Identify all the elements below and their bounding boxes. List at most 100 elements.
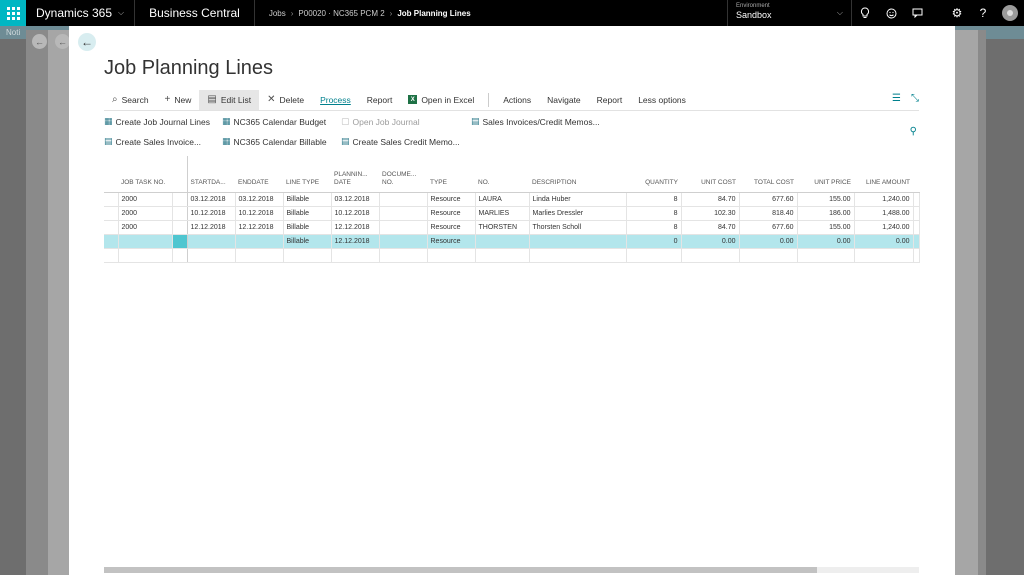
column-document-no[interactable]: DOCUME... NO. <box>379 156 427 193</box>
cell-empty[interactable] <box>739 248 798 263</box>
column-type[interactable]: TYPE <box>427 156 475 193</box>
cell-start-date[interactable]: 12.12.2018 <box>187 220 236 235</box>
cell-unit-price[interactable]: 0.00 <box>797 234 855 249</box>
cell-empty[interactable] <box>427 248 476 263</box>
column-planning-date[interactable]: PLANNIN... DATE <box>331 156 379 193</box>
cell-empty[interactable] <box>475 248 530 263</box>
cell-description[interactable]: Marlies Dressler <box>529 206 627 221</box>
app-launcher-icon[interactable] <box>0 0 26 26</box>
nc365-calendar-budget-button[interactable]: ▦ NC365 Calendar Budget <box>222 116 326 127</box>
cell-end-date[interactable]: 10.12.2018 <box>235 206 284 221</box>
cell-empty[interactable] <box>187 248 236 263</box>
delete-button[interactable]: ✕ Delete <box>259 90 312 110</box>
column-unit-cost[interactable]: UNIT COST <box>681 156 739 193</box>
row-selector[interactable] <box>104 248 119 263</box>
breadcrumb-job[interactable]: P00020 · NC365 PCM 2 <box>298 9 384 18</box>
product-name[interactable]: Business Central <box>135 0 255 26</box>
cell-job-task-no[interactable]: 2000 <box>118 206 173 221</box>
cell-line-type[interactable]: Billable <box>283 234 332 249</box>
brand-menu[interactable]: Dynamics 365 ⌵ <box>26 0 136 26</box>
cell-description[interactable]: Linda Huber <box>529 192 627 207</box>
sales-invoices-credit-memos-button[interactable]: ▤ Sales Invoices/Credit Memos... <box>471 116 600 127</box>
cell-unit-cost[interactable]: 84.70 <box>681 192 740 207</box>
column-description[interactable]: DESCRIPTION <box>529 156 626 193</box>
cell-line-amount[interactable]: 1,240.00 <box>854 220 914 235</box>
help-icon[interactable]: ? <box>970 0 996 26</box>
open-job-journal-button[interactable]: ▢ Open Job Journal <box>341 116 420 127</box>
cell-description[interactable] <box>529 234 627 249</box>
collapse-icon[interactable]: ⤡ <box>911 93 919 104</box>
row-selector[interactable] <box>104 220 119 235</box>
cell-document-no[interactable] <box>379 192 428 207</box>
cell-end-date[interactable]: 03.12.2018 <box>235 192 284 207</box>
cell-quantity[interactable]: 8 <box>626 192 682 207</box>
cell-total-cost[interactable]: 818.40 <box>739 206 798 221</box>
create-job-journal-lines-button[interactable]: ▦ Create Job Journal Lines <box>104 116 210 127</box>
nc365-calendar-billable-button[interactable]: ▦ NC365 Calendar Billable <box>222 136 327 147</box>
cell-no[interactable]: MARLIES <box>475 206 530 221</box>
column-line-type[interactable]: LINE TYPE <box>283 156 331 193</box>
cell-empty[interactable] <box>379 248 428 263</box>
cell-job-task-no[interactable]: 2000 <box>118 220 173 235</box>
environment-picker[interactable]: Environment Sandbox ⌵ <box>727 0 852 26</box>
cell-planning-date[interactable]: 12.12.2018 <box>331 234 380 249</box>
cell-line-amount[interactable]: 0.00 <box>854 234 914 249</box>
table-row-empty[interactable] <box>104 248 920 263</box>
table-row[interactable]: 2000 12.12.2018 12.12.2018 Billable 12.1… <box>104 220 920 235</box>
tab-navigate[interactable]: Navigate <box>539 90 589 110</box>
tab-process[interactable]: Process <box>312 90 359 110</box>
cell-empty[interactable] <box>529 248 627 263</box>
cell-document-no[interactable] <box>379 234 428 249</box>
cell-unit-cost[interactable]: 102.30 <box>681 206 740 221</box>
less-options-button[interactable]: Less options <box>630 90 694 110</box>
cell-empty[interactable] <box>283 248 332 263</box>
horizontal-scrollbar[interactable] <box>104 567 919 573</box>
cell-job-task-no[interactable] <box>118 234 173 249</box>
edit-list-button[interactable]: ▤ Edit List <box>199 89 260 110</box>
cell-empty[interactable] <box>235 248 284 263</box>
cell-job-task-no[interactable]: 2000 <box>118 192 173 207</box>
cell-start-date[interactable]: 10.12.2018 <box>187 206 236 221</box>
breadcrumb-jobs[interactable]: Jobs <box>269 9 286 18</box>
cell-line-type[interactable]: Billable <box>283 220 332 235</box>
pin-icon[interactable]: ⚲ <box>910 126 917 137</box>
cell-no[interactable] <box>475 234 530 249</box>
column-line-amount[interactable]: LINE AMOUNT <box>854 156 913 193</box>
column-start-date[interactable]: STARTDA... <box>187 156 235 193</box>
search-button[interactable]: ⌕ Search <box>104 90 157 110</box>
cell-description[interactable]: Thorsten Scholl <box>529 220 627 235</box>
cell-empty[interactable] <box>681 248 740 263</box>
column-quantity[interactable]: QUANTITY <box>626 156 681 193</box>
chat-icon[interactable] <box>904 0 930 26</box>
column-end-date[interactable]: ENDDATE <box>235 156 283 193</box>
table-row-active[interactable]: Billable 12.12.2018 Resource 0 0.00 0.00… <box>104 234 920 249</box>
row-selector[interactable] <box>104 206 119 221</box>
open-in-excel-button[interactable]: X Open in Excel <box>400 90 482 110</box>
smiley-icon[interactable] <box>878 0 904 26</box>
cell-end-date[interactable] <box>235 234 284 249</box>
cell-no[interactable]: THORSTEN <box>475 220 530 235</box>
column-job-task-no[interactable]: JOB TASK NO. <box>118 156 172 193</box>
cell-line-amount[interactable]: 1,488.00 <box>854 206 914 221</box>
cell-start-date[interactable] <box>187 234 236 249</box>
cell-unit-price[interactable]: 155.00 <box>797 192 855 207</box>
cell-quantity[interactable]: 8 <box>626 206 682 221</box>
column-no[interactable]: NO. <box>475 156 529 193</box>
row-selector[interactable] <box>104 192 119 207</box>
row-selector[interactable] <box>104 234 119 249</box>
list-view-icon[interactable]: ☰ <box>892 93 901 104</box>
cell-line-type[interactable]: Billable <box>283 206 332 221</box>
column-unit-price[interactable]: UNIT PRICE <box>797 156 854 193</box>
tab-report[interactable]: Report <box>359 90 401 110</box>
table-row[interactable]: 2000 10.12.2018 10.12.2018 Billable 10.1… <box>104 206 920 221</box>
cell-type[interactable]: Resource <box>427 220 476 235</box>
cell-empty[interactable] <box>118 248 173 263</box>
cell-empty[interactable] <box>797 248 855 263</box>
cell-total-cost[interactable]: 677.60 <box>739 220 798 235</box>
back-arrow-icon[interactable]: ← <box>78 33 96 51</box>
cell-unit-cost[interactable]: 84.70 <box>681 220 740 235</box>
tab-report-2[interactable]: Report <box>589 90 631 110</box>
cell-no[interactable]: LAURA <box>475 192 530 207</box>
scrollbar-thumb[interactable] <box>104 567 817 573</box>
cell-unit-price[interactable]: 155.00 <box>797 220 855 235</box>
